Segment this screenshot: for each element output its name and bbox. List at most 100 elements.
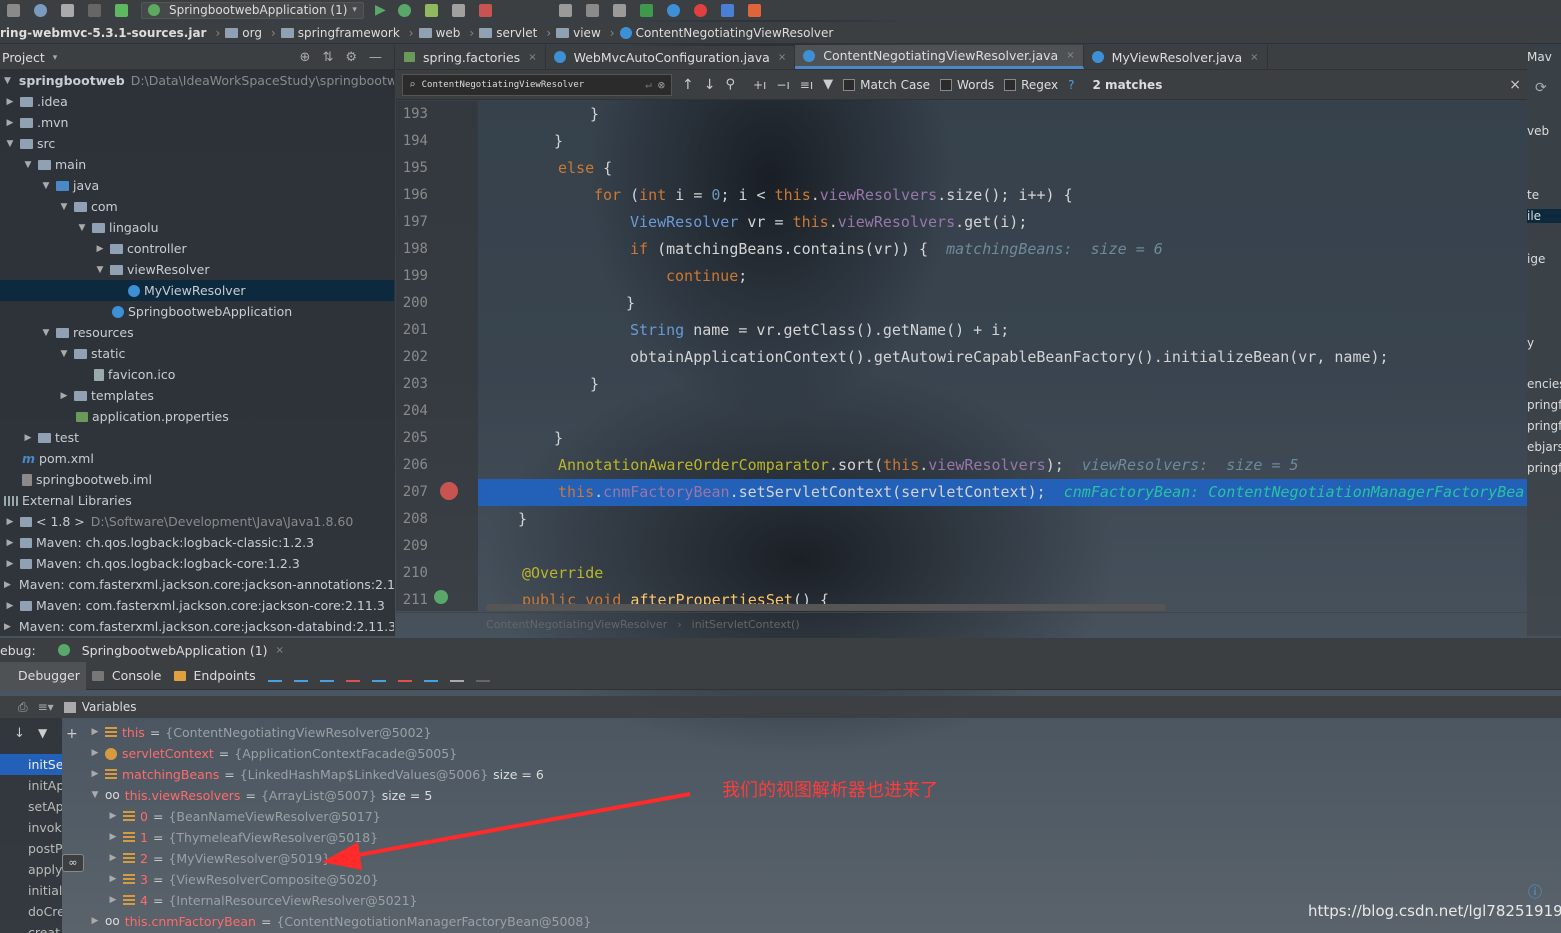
expand-arrow-icon[interactable]: ▼	[76, 223, 88, 233]
tree-item-pom[interactable]: m pom.xml	[0, 448, 394, 469]
breadcrumb-springframework[interactable]: springframework	[298, 26, 400, 40]
select-all-icon[interactable]: ≡ı	[800, 78, 813, 92]
collapsed-arrow-icon[interactable]: ▶	[4, 601, 16, 611]
tree-item-java[interactable]: ▼ java	[0, 175, 394, 196]
expand-arrow-icon[interactable]: ▼	[90, 785, 100, 806]
variable-row[interactable]: ▶ servletContext = {ApplicationContextFac…	[90, 743, 458, 764]
expand-arrow-icon[interactable]: ▼	[40, 181, 52, 191]
profile-icon[interactable]	[451, 3, 465, 17]
tree-item-main[interactable]: ▼ main	[0, 154, 394, 175]
tree-item-resources[interactable]: ▼ resources	[0, 322, 394, 343]
maven-tree-item[interactable]: ebjars	[1527, 440, 1561, 454]
expand-arrow-icon[interactable]: ▼	[40, 328, 52, 338]
stack-frame[interactable]: postP	[0, 838, 62, 859]
previous-occurrence-icon[interactable]: ↑	[682, 77, 694, 93]
force-step-into-icon[interactable]	[345, 670, 360, 682]
breadcrumb-class[interactable]: ContentNegotiatingViewResolver	[636, 26, 834, 40]
find-all-icon[interactable]: ⚲	[725, 77, 735, 92]
collapsed-arrow-icon[interactable]: ▶	[4, 97, 16, 107]
trace-icon[interactable]	[475, 670, 490, 682]
implements-icon[interactable]	[434, 590, 448, 604]
camera-icon[interactable]: ⎙	[18, 700, 28, 715]
tree-item-iml[interactable]: springbootweb.iml	[0, 469, 394, 490]
drop-frame-icon[interactable]	[397, 670, 412, 682]
debug-icon[interactable]	[397, 3, 411, 17]
tree-item-external-libraries[interactable]: External Libraries	[0, 490, 394, 511]
breakpoint-icon[interactable]	[440, 482, 458, 500]
stack-frame[interactable]: initiali	[0, 880, 62, 901]
collapsed-arrow-icon[interactable]: ▶	[108, 827, 118, 848]
regex-checkbox[interactable]: Regex	[1004, 78, 1058, 92]
tab-console[interactable]: Console	[86, 662, 168, 690]
editor-breadcrumb-method[interactable]: initServletContext()	[692, 618, 800, 631]
editor-breadcrumb-class[interactable]: ContentNegotiatingViewResolver	[486, 618, 667, 631]
tree-item-lingaolu[interactable]: ▼ lingaolu	[0, 217, 394, 238]
stack-frame[interactable]: setAp	[0, 796, 62, 817]
gear-icon[interactable]: ⚙	[345, 50, 369, 65]
tree-item-mvn[interactable]: ▶ .mvn	[0, 112, 394, 133]
locate-icon[interactable]: ⊕	[300, 50, 323, 65]
tree-item-favicon[interactable]: favicon.ico	[0, 364, 394, 385]
close-icon[interactable]: ×	[1250, 52, 1258, 63]
close-icon[interactable]: ×	[276, 645, 284, 656]
tab-debugger[interactable]: Debugger	[0, 661, 86, 690]
down-arrow-icon[interactable]: ↓	[14, 726, 25, 741]
close-find-icon[interactable]: ×	[1509, 77, 1521, 93]
google-plus-icon[interactable]	[747, 3, 761, 17]
find-input[interactable]: ⌕ ContentNegotiatingViewResolver ↵ ⊗	[402, 73, 672, 96]
tree-item-test[interactable]: ▶ test	[0, 427, 394, 448]
collapsed-arrow-icon[interactable]: ▶	[90, 743, 100, 764]
horizontal-scrollbar[interactable]	[486, 604, 1166, 611]
expand-arrow-icon[interactable]: ▼	[22, 160, 34, 170]
tree-item-static[interactable]: ▼ static	[0, 343, 394, 364]
refresh-icon[interactable]: ⟳	[1535, 80, 1547, 96]
plugin-c-icon[interactable]	[693, 3, 707, 17]
hide-icon[interactable]: —	[369, 50, 394, 65]
evaluate-expression-icon[interactable]	[449, 670, 464, 682]
google-icon[interactable]	[720, 3, 734, 17]
stack-frame[interactable]: invok	[0, 817, 62, 838]
expand-arrow-icon[interactable]: ▼	[58, 349, 70, 359]
tree-item-src[interactable]: ▼ src	[0, 133, 394, 154]
filter-icon[interactable]: ▼	[38, 726, 47, 740]
tab-myviewresolver[interactable]: MyViewResolver.java ×	[1084, 45, 1268, 69]
regex-help-link[interactable]: ?	[1068, 78, 1074, 92]
collapsed-arrow-icon[interactable]: ▶	[4, 517, 16, 527]
sdk-icon[interactable]	[612, 3, 626, 17]
tree-item-templates[interactable]: ▶ templates	[0, 385, 394, 406]
collapsed-arrow-icon[interactable]: ▶	[22, 433, 34, 443]
excel-icon[interactable]	[639, 3, 653, 17]
tree-item-maven-lib[interactable]: ▶ Maven: ch.qos.logback:logback-core:1.2.…	[0, 553, 394, 574]
maven-tree-item[interactable]: ile	[1527, 209, 1561, 223]
collapse-icon[interactable]: ⇅	[322, 50, 345, 65]
close-icon[interactable]: ×	[1066, 50, 1074, 61]
stack-frame[interactable]: creat	[0, 922, 62, 933]
coverage-icon[interactable]	[424, 3, 438, 17]
collapsed-arrow-icon[interactable]: ▶	[108, 848, 118, 869]
variable-row[interactable]: ▶ 4 = {InternalResourceViewResolver@5021}	[108, 890, 418, 911]
expand-arrow-icon[interactable]: ▼	[4, 76, 11, 86]
tab-contentnegotiatingviewresolver[interactable]: ContentNegotiatingViewResolver.java ×	[795, 45, 1084, 69]
block-icon[interactable]	[666, 3, 680, 17]
close-icon[interactable]: ×	[778, 52, 786, 63]
tree-item-maven-lib[interactable]: ▶ Maven: ch.qos.logback:logback-classic:1…	[0, 532, 394, 553]
tree-item-idea[interactable]: ▶ .idea	[0, 91, 394, 112]
forward-icon[interactable]	[88, 3, 101, 17]
stack-frame[interactable]: apply	[0, 859, 62, 880]
tree-item-myviewresolver[interactable]: MyViewResolver	[0, 280, 394, 301]
breadcrumb-org[interactable]: org	[242, 26, 262, 40]
tree-item-com[interactable]: ▼ com	[0, 196, 394, 217]
expand-arrow-icon[interactable]: ▼	[94, 265, 106, 275]
collapsed-arrow-icon[interactable]: ▶	[4, 580, 11, 590]
sync-icon[interactable]	[34, 3, 47, 17]
stack-frame[interactable]: initAp	[0, 775, 62, 796]
back-icon[interactable]	[61, 3, 74, 17]
wrench-icon[interactable]	[558, 3, 572, 17]
breadcrumb-servlet[interactable]: servlet	[496, 26, 537, 40]
variable-row-myviewresolver[interactable]: ▶ 2 = {MyViewResolver@5019}	[108, 848, 331, 869]
breadcrumb-jar[interactable]: ring-webmvc-5.3.1-sources.jar	[0, 26, 206, 40]
collapsed-arrow-icon[interactable]: ▶	[4, 118, 16, 128]
run-to-cursor-icon[interactable]	[423, 670, 438, 682]
search-icon[interactable]: ⌕	[409, 78, 416, 91]
remove-selection-icon[interactable]: −ı	[776, 78, 789, 92]
